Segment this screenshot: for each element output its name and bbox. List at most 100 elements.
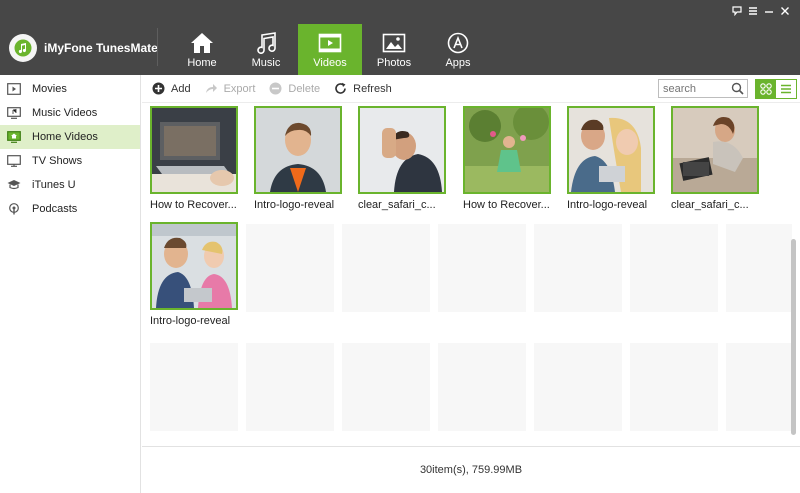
export-button[interactable]: Export (205, 82, 256, 95)
photos-icon (382, 33, 406, 53)
main-nav: Home Music Videos Photos Apps (170, 24, 490, 75)
search-input[interactable] (659, 80, 729, 97)
search-icon[interactable] (731, 82, 744, 95)
home-videos-icon (6, 130, 22, 144)
sidebar-item-movies[interactable]: Movies (0, 77, 140, 101)
app-title: iMyFone TunesMate (44, 41, 158, 55)
empty-thumbnail (726, 343, 792, 431)
refresh-label: Refresh (353, 82, 392, 95)
sidebar-item-label: Podcasts (32, 203, 78, 215)
empty-thumbnail (246, 224, 334, 312)
status-bar: 30item(s), 759.99MB (142, 446, 800, 493)
add-button[interactable]: Add (152, 82, 191, 95)
empty-tile-placeholder (150, 343, 238, 431)
video-thumbnail[interactable] (254, 106, 342, 194)
music-icon (257, 32, 276, 54)
videos-icon (318, 33, 342, 53)
tv-shows-icon (6, 154, 22, 168)
scrollbar-thumb[interactable] (791, 239, 796, 435)
empty-tile-placeholder (726, 224, 792, 312)
sidebar-item-label: Home Videos (32, 131, 98, 143)
menu-icon[interactable] (748, 6, 758, 16)
video-tile[interactable]: How to Recover... (150, 106, 238, 211)
video-caption: Intro-logo-reveal (254, 199, 335, 211)
sidebar-item-label: Movies (32, 83, 67, 95)
delete-icon (269, 82, 282, 95)
empty-thumbnail (342, 343, 430, 431)
empty-thumbnail (438, 343, 526, 431)
toolbar: Add Export Delete Refresh (142, 75, 800, 103)
video-thumbnail[interactable] (671, 106, 759, 194)
empty-thumbnail (630, 224, 718, 312)
sidebar-item-label: Music Videos (32, 107, 98, 119)
delete-button[interactable]: Delete (269, 82, 320, 95)
video-caption: Intro-logo-reveal (150, 315, 231, 327)
feedback-icon[interactable] (732, 6, 742, 16)
empty-thumbnail (246, 343, 334, 431)
title-bar: iMyFone TunesMate Home Music Videos Phot… (0, 0, 800, 75)
video-caption: clear_safari_c... (358, 199, 436, 211)
sidebar-item-tv-shows[interactable]: TV Shows (0, 149, 140, 173)
empty-tile-placeholder (630, 343, 718, 431)
video-caption: How to Recover... (463, 199, 550, 211)
video-tile[interactable]: Intro-logo-reveal (567, 106, 655, 211)
window-controls (732, 6, 790, 16)
delete-label: Delete (288, 82, 321, 95)
title-divider (157, 28, 158, 66)
minimize-icon[interactable] (764, 6, 774, 16)
nav-music[interactable]: Music (234, 24, 298, 75)
sidebar-item-home-videos[interactable]: Home Videos (0, 125, 140, 149)
nav-photos[interactable]: Photos (362, 24, 426, 75)
empty-thumbnail (726, 224, 792, 312)
empty-tile-placeholder (246, 224, 334, 312)
view-toggle (755, 79, 797, 99)
nav-apps[interactable]: Apps (426, 24, 490, 75)
empty-tile-placeholder (342, 343, 430, 431)
video-thumbnail[interactable] (463, 106, 551, 194)
empty-tile-placeholder (726, 343, 792, 431)
nav-videos[interactable]: Videos (298, 24, 362, 75)
video-tile[interactable]: Intro-logo-reveal (254, 106, 342, 211)
sidebar: Movies Music Videos Home Videos TV Shows… (0, 75, 141, 493)
nav-videos-label: Videos (313, 57, 347, 69)
add-icon (152, 82, 165, 95)
video-caption: Intro-logo-reveal (567, 199, 648, 211)
add-label: Add (171, 82, 191, 95)
empty-thumbnail (534, 224, 622, 312)
itunes-u-icon (6, 178, 22, 192)
empty-thumbnail (438, 224, 526, 312)
video-caption: How to Recover... (150, 199, 237, 211)
video-thumbnail[interactable] (358, 106, 446, 194)
video-tile[interactable]: How to Recover... (463, 106, 551, 211)
list-view-icon (781, 84, 791, 94)
nav-home[interactable]: Home (170, 24, 234, 75)
vertical-scrollbar[interactable] (790, 103, 798, 445)
music-videos-icon (6, 106, 22, 120)
refresh-button[interactable]: Refresh (334, 82, 392, 95)
nav-apps-label: Apps (445, 57, 471, 69)
list-view-button[interactable] (776, 80, 796, 98)
grid-view-icon (760, 83, 772, 95)
export-label: Export (223, 82, 256, 95)
sidebar-item-podcasts[interactable]: Podcasts (0, 197, 140, 221)
grid-view-button[interactable] (756, 80, 776, 98)
video-thumbnail[interactable] (150, 106, 238, 194)
nav-home-label: Home (187, 57, 217, 69)
empty-tile-placeholder (438, 224, 526, 312)
nav-music-label: Music (251, 57, 281, 69)
sidebar-item-itunes-u[interactable]: iTunes U (0, 173, 140, 197)
video-tile[interactable]: clear_safari_c... (671, 106, 759, 211)
empty-tile-placeholder (342, 224, 430, 312)
video-tile[interactable]: Intro-logo-reveal (150, 222, 238, 327)
video-thumbnail[interactable] (567, 106, 655, 194)
sidebar-item-music-videos[interactable]: Music Videos (0, 101, 140, 125)
close-icon[interactable] (780, 6, 790, 16)
sidebar-item-label: iTunes U (32, 179, 76, 191)
video-thumbnail[interactable] (150, 222, 238, 310)
empty-thumbnail (534, 343, 622, 431)
empty-thumbnail (630, 343, 718, 431)
sidebar-item-label: TV Shows (32, 155, 83, 167)
video-tile[interactable]: clear_safari_c... (358, 106, 446, 211)
home-icon (191, 33, 213, 53)
empty-tile-placeholder (630, 224, 718, 312)
